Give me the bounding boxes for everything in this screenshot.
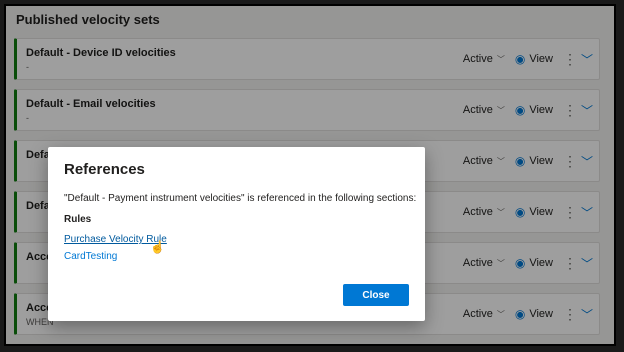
references-dialog: References "Default - Payment instrument… xyxy=(48,147,425,321)
velocity-page: Published velocity sets Default - Device… xyxy=(4,4,616,346)
rule-link-cardtesting[interactable]: CardTesting xyxy=(64,251,117,262)
rules-heading: Rules xyxy=(64,214,92,225)
dialog-title: References xyxy=(64,161,145,178)
dialog-description: "Default - Payment instrument velocities… xyxy=(64,193,417,204)
pointer-cursor-icon: ☝ xyxy=(150,240,165,254)
close-button[interactable]: Close xyxy=(343,284,409,306)
